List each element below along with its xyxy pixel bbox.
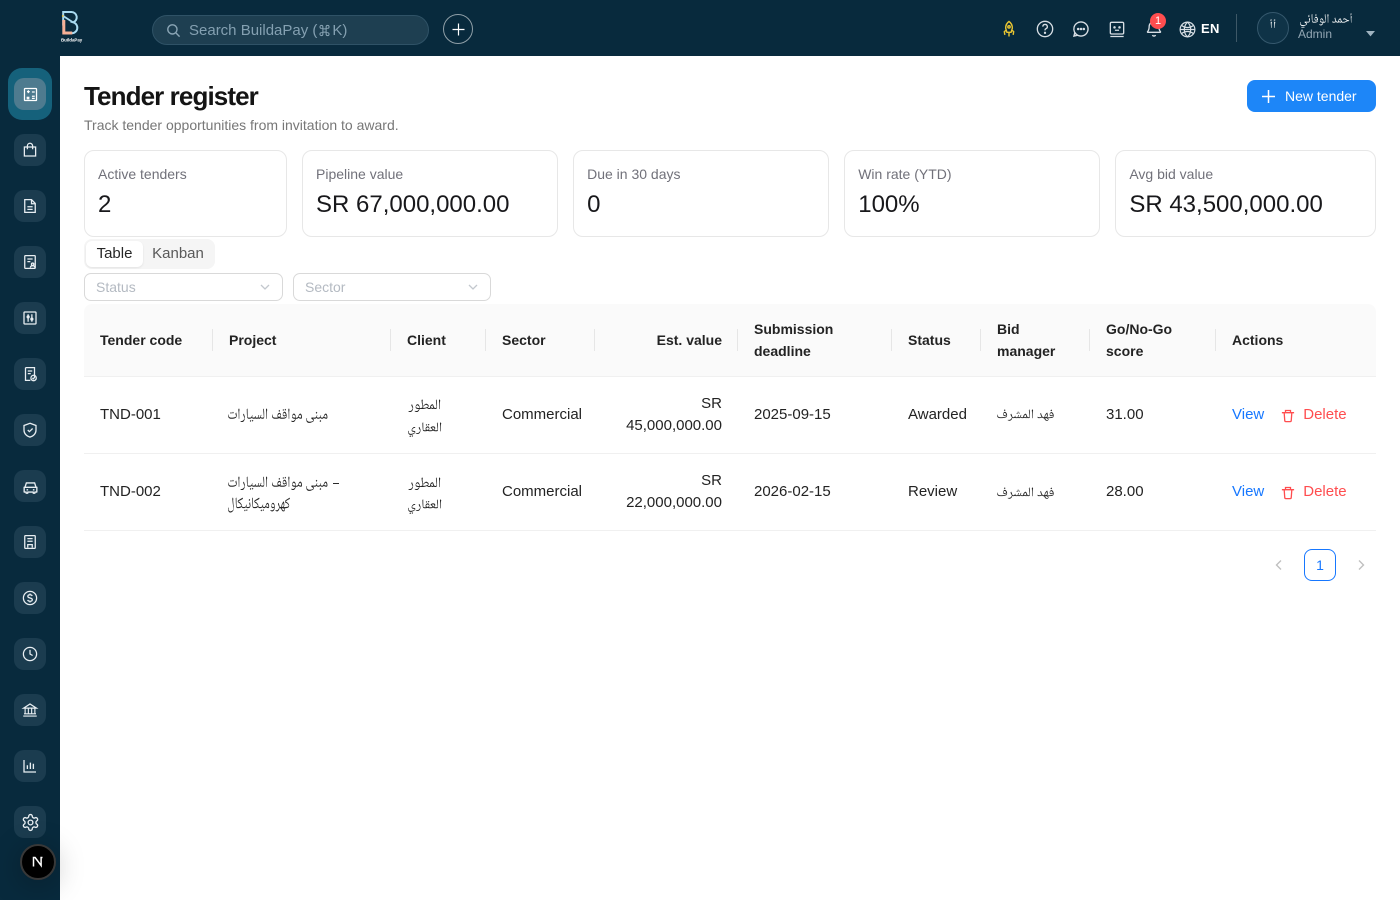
svg-text:BuildaPay: BuildaPay <box>61 38 83 43</box>
